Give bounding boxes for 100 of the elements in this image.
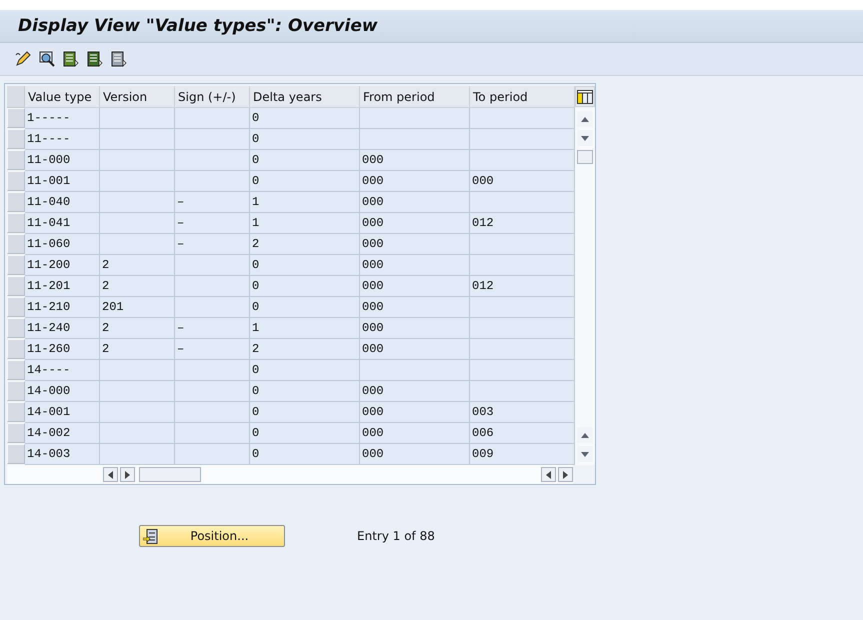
scroll-left-button[interactable] [541, 467, 556, 482]
edit-button[interactable] [14, 50, 32, 68]
table-cell: 11-260 [25, 339, 100, 360]
table-cell: 000 [360, 213, 470, 234]
deselect-all-button[interactable] [110, 50, 128, 68]
position-button[interactable]: Position... [139, 525, 285, 547]
row-selector[interactable] [7, 150, 25, 170]
column-header[interactable]: Version [100, 86, 175, 108]
scroll-right-button[interactable] [120, 467, 135, 482]
table-cell: 009 [470, 444, 575, 465]
table-cell: 11-201 [25, 276, 100, 297]
row-selector[interactable] [7, 192, 25, 212]
document-arrow-icon [63, 51, 79, 67]
table-cell: 0 [250, 360, 360, 381]
document-arrow-icon [111, 51, 127, 67]
table-cell: 000 [360, 339, 470, 360]
table-cell: 2 [100, 318, 175, 339]
scroll-left-button[interactable] [103, 467, 118, 482]
table-cell: 000 [360, 381, 470, 402]
position-icon [143, 528, 158, 544]
scroll-right-button[interactable] [558, 467, 573, 482]
table-cell: 11-041 [25, 213, 100, 234]
table-cell: 012 [470, 213, 575, 234]
table-cell: 11---- [25, 129, 100, 150]
window-title: Display View "Value types": Overview [0, 10, 863, 43]
display-button[interactable] [38, 50, 56, 68]
column-header[interactable]: To period [470, 86, 575, 108]
scroll-up-icon [581, 432, 589, 438]
table-cell: 000 [360, 192, 470, 213]
table-cell: 11-000 [25, 150, 100, 171]
row-selector[interactable] [7, 318, 25, 338]
row-selector[interactable] [7, 402, 25, 422]
column-header[interactable]: From period [360, 86, 470, 108]
entry-count: Entry 1 of 88 [357, 529, 435, 543]
scroll-down-button[interactable] [577, 130, 593, 146]
table-cell: 006 [470, 423, 575, 444]
magnifier-icon [39, 51, 55, 67]
select-block-button[interactable] [86, 50, 104, 68]
table-cell: 2 [100, 276, 175, 297]
table-cell: 0 [250, 297, 360, 318]
row-selector[interactable] [7, 360, 25, 380]
table-cell: – [175, 192, 250, 213]
table-cell: 000 [360, 402, 470, 423]
column-settings-button[interactable] [575, 86, 595, 107]
table-cell: 1----- [25, 108, 100, 129]
table-cell: 0 [250, 171, 360, 192]
table-cell: 012 [470, 276, 575, 297]
table-cell: 14-000 [25, 381, 100, 402]
table-cell: 11-240 [25, 318, 100, 339]
table-cell: 11-060 [25, 234, 100, 255]
table-cell: 000 [360, 444, 470, 465]
row-selector[interactable] [7, 213, 25, 233]
row-selector[interactable] [7, 108, 25, 128]
document-arrow-icon [87, 51, 103, 67]
select-all-button[interactable] [62, 50, 80, 68]
scrollbar-thumb[interactable] [139, 467, 201, 482]
pencil-icon [15, 51, 31, 67]
table-cell: 2 [100, 255, 175, 276]
table-cell: 1 [250, 213, 360, 234]
table-cell: 0 [250, 108, 360, 129]
scrollbar-thumb[interactable] [577, 150, 593, 164]
table-cell: 000 [360, 318, 470, 339]
row-selector[interactable] [7, 381, 25, 401]
row-selector[interactable] [7, 234, 25, 254]
scroll-left-icon [546, 470, 551, 478]
row-selector[interactable] [7, 129, 25, 149]
table-cell: 1 [250, 318, 360, 339]
vertical-scrollbar[interactable] [575, 108, 595, 465]
table-cell: 11-040 [25, 192, 100, 213]
row-selector[interactable] [7, 444, 25, 464]
table-cell: 2 [100, 339, 175, 360]
row-selector[interactable] [7, 276, 25, 296]
table-cell: 11-001 [25, 171, 100, 192]
column-header[interactable]: Delta years [250, 86, 360, 108]
row-selector[interactable] [7, 423, 25, 443]
scroll-right-icon [563, 470, 568, 478]
scroll-up-button[interactable] [577, 111, 593, 127]
select-all-corner[interactable] [7, 86, 25, 108]
columns-icon [577, 90, 593, 104]
table-cell: 000 [470, 171, 575, 192]
scroll-down-icon [581, 136, 589, 140]
table-cell: 0 [250, 255, 360, 276]
table-cell: – [175, 213, 250, 234]
table-cell: 0 [250, 381, 360, 402]
column-header[interactable]: Sign (+/-) [175, 86, 250, 108]
row-selector[interactable] [7, 297, 25, 317]
scroll-right-icon [125, 470, 130, 478]
table-cell: – [175, 318, 250, 339]
row-selector[interactable] [7, 339, 25, 359]
table-cell: 003 [470, 402, 575, 423]
table-cell: 2 [250, 234, 360, 255]
row-selector[interactable] [7, 171, 25, 191]
scroll-up-button[interactable] [577, 427, 593, 443]
table-cell: 0 [250, 150, 360, 171]
table-cell: 0 [250, 444, 360, 465]
table-cell: – [175, 339, 250, 360]
column-header[interactable]: Value type [25, 86, 100, 108]
row-selector[interactable] [7, 255, 25, 275]
table-cell: 14-003 [25, 444, 100, 465]
scroll-down-button[interactable] [577, 446, 593, 462]
